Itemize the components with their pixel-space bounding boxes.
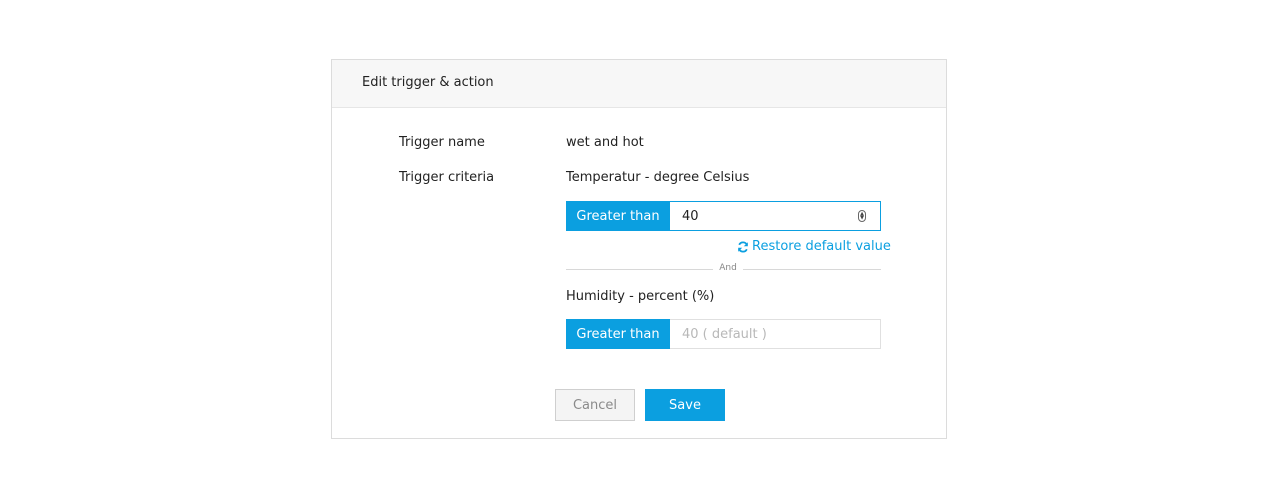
restore-default-link[interactable]: Restore default value [737,239,891,254]
humidity-operator-button[interactable]: Greater than [566,319,670,349]
temperature-value-input[interactable]: 40 ▲ ▼ [670,201,881,231]
trigger-name-value: wet and hot [566,135,644,150]
save-label: Save [669,397,701,413]
trigger-criteria-label: Trigger criteria [399,170,495,185]
cancel-label: Cancel [572,397,618,413]
divider-line-left [566,269,713,270]
save-button[interactable]: Save [645,389,725,421]
divider-line-right [743,269,881,270]
cancel-button[interactable]: Cancel [555,389,635,421]
edit-trigger-dialog: Edit trigger & action Trigger name wet a… [331,59,947,439]
temperature-value-text: 40 [682,208,699,224]
trigger-name-label: Trigger name [399,135,485,150]
temperature-operator-button[interactable]: Greater than [566,201,670,231]
criterion-humidity-sensor: Humidity - percent (%) [566,289,715,304]
temperature-operator-label: Greater than [576,208,660,224]
restore-default-label: Restore default value [752,239,891,254]
criterion-temperature-row: Greater than 40 ▲ ▼ [566,201,881,231]
dialog-header: Edit trigger & action [332,60,946,108]
humidity-value-input[interactable]: 40 ( default ) [670,319,881,349]
criteria-divider: And [566,263,881,273]
humidity-value-placeholder: 40 ( default ) [682,326,767,342]
dialog-title: Edit trigger & action [362,75,494,90]
number-spinner-icon[interactable]: ▲ ▼ [858,210,866,222]
humidity-operator-label: Greater than [576,326,660,342]
and-joiner: And [719,263,737,273]
criterion-temperature-sensor: Temperatur - degree Celsius [566,170,750,185]
refresh-icon [738,240,748,253]
criterion-humidity-row: Greater than 40 ( default ) [566,319,881,349]
